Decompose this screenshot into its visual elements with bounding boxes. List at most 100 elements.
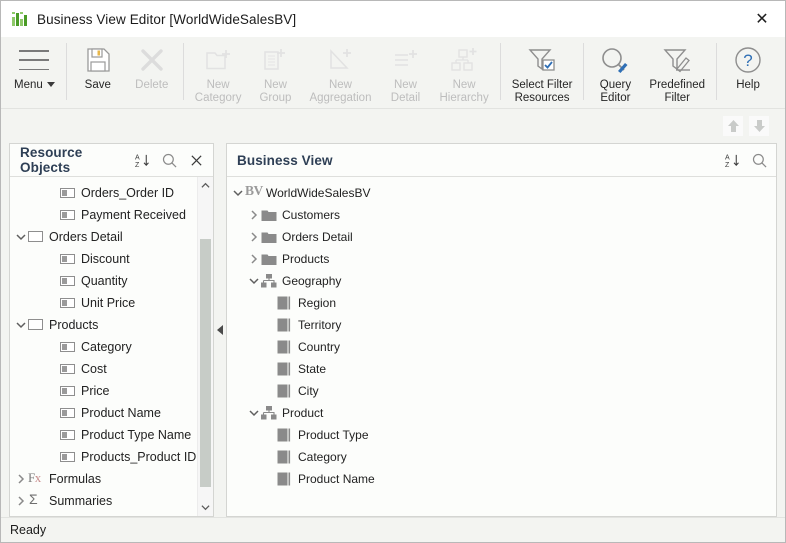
tree-row-label: Products_Product ID (81, 450, 196, 464)
tree-row[interactable]: Product (227, 402, 776, 424)
toolbar-delete-button[interactable]: Delete (125, 37, 179, 108)
tree-row-label: Orders Detail (282, 230, 353, 244)
floppy-disk-icon (83, 41, 113, 79)
toolbar-predefined-filter-button[interactable]: PredefinedFilter (642, 37, 712, 108)
toolbar-save-button[interactable]: Save (71, 37, 125, 108)
resource-objects-tree[interactable]: Orders_Order ID Payment Received Orders De… (10, 177, 213, 516)
chevron-right-icon[interactable] (247, 210, 261, 220)
toolbar-separator (66, 43, 67, 100)
tree-row[interactable]: Orders Detail (227, 226, 776, 248)
tree-row[interactable]: Payment Received (10, 204, 213, 226)
collapse-left-icon[interactable] (217, 325, 223, 335)
chevron-right-icon[interactable] (247, 232, 261, 242)
tree-row[interactable]: Fx Formulas (10, 468, 213, 490)
business-view-tree[interactable]: BVWorldWideSalesBVCustomers Orders Detail… (227, 177, 776, 516)
tree-row[interactable]: State (227, 358, 776, 380)
tree-row[interactable]: Region (227, 292, 776, 314)
tree-row[interactable]: Category (10, 336, 213, 358)
tree-row[interactable]: Product Name (10, 402, 213, 424)
move-up-button[interactable] (723, 116, 743, 136)
chevron-right-icon[interactable] (14, 474, 28, 484)
sort-az-icon[interactable]: A Z (133, 151, 151, 169)
close-icon[interactable] (187, 151, 205, 169)
scroll-down-button[interactable] (198, 499, 213, 516)
arrow-down-icon (753, 119, 766, 133)
tree-row[interactable]: Orders Detail (10, 226, 213, 248)
toolbar-new-detail-button[interactable]: NewDetail (378, 37, 432, 108)
tree-row-label: Price (81, 384, 109, 398)
title-bar: Business View Editor [WorldWideSalesBV] … (1, 1, 785, 37)
scroll-up-button[interactable] (198, 177, 213, 194)
tree-row[interactable]: Territory (227, 314, 776, 336)
move-down-button[interactable] (749, 116, 769, 136)
search-icon[interactable] (160, 151, 178, 169)
toolbar-select-filter-resources-button[interactable]: Select FilterResources (505, 37, 580, 108)
toolbar-new-hierarchy-button[interactable]: NewHierarchy (432, 37, 495, 108)
toolbar-predefined-filter-label: PredefinedFilter (649, 79, 705, 105)
tree-row[interactable]: Products (227, 248, 776, 270)
tree-row-label: Category (81, 340, 132, 354)
tree-row-label: Product Type Name (81, 428, 191, 442)
tree-row[interactable]: Product Name (227, 468, 776, 490)
resource-objects-panel: Resource Objects A Z (9, 143, 214, 517)
tree-row[interactable]: Product Type (227, 424, 776, 446)
chevron-down-icon[interactable] (247, 277, 261, 285)
toolbar-select-filter-resources-label: Select FilterResources (512, 79, 573, 105)
search-icon[interactable] (750, 151, 768, 169)
chevron-down-icon[interactable] (231, 189, 245, 197)
tree-row-label: Payment Received (81, 208, 186, 222)
panel-splitter[interactable] (214, 143, 226, 517)
tree-row[interactable]: Unit Price (10, 292, 213, 314)
toolbar-query-editor-label: QueryEditor (600, 79, 631, 105)
folder-white-icon (28, 318, 44, 332)
fx-icon: Fx (28, 472, 44, 486)
toolbar-delete-label: Delete (135, 79, 168, 92)
sort-az-icon[interactable]: A Z (723, 151, 741, 169)
toolbar-new-group-label: NewGroup (259, 79, 291, 105)
tree-row[interactable]: Products_Product ID (10, 446, 213, 468)
dimension-icon (277, 384, 293, 398)
tree-row-label: Territory (298, 318, 341, 332)
tree-row[interactable]: Cost (10, 358, 213, 380)
tree-row[interactable]: Customers (227, 204, 776, 226)
chevron-down-icon[interactable] (14, 233, 28, 241)
field-icon (60, 274, 76, 288)
magnifier-pencil-icon (599, 41, 631, 79)
tree-row-label: Unit Price (81, 296, 135, 310)
toolbar-help-button[interactable]: ? Help (721, 37, 775, 108)
arrow-up-icon (727, 119, 740, 133)
resource-objects-scrollbar[interactable] (197, 177, 213, 516)
toolbar-new-group-button[interactable]: NewGroup (248, 37, 302, 108)
toolbar-query-editor-button[interactable]: QueryEditor (588, 37, 642, 108)
close-window-button[interactable]: ✕ (739, 1, 785, 37)
chevron-right-icon[interactable] (247, 254, 261, 264)
chevron-down-icon[interactable] (247, 409, 261, 417)
tree-row[interactable]: Quantity (10, 270, 213, 292)
move-toolbar (1, 109, 785, 143)
tree-row[interactable]: Orders_Order ID (10, 182, 213, 204)
tree-row[interactable]: ΣSummaries (10, 490, 213, 512)
tree-row[interactable]: Discount (10, 248, 213, 270)
scrollbar-thumb[interactable] (200, 239, 211, 487)
tree-row[interactable]: Products (10, 314, 213, 336)
toolbar-new-category-button[interactable]: NewCategory (188, 37, 249, 108)
bv-icon: BV (245, 186, 261, 200)
tree-row[interactable]: City (227, 380, 776, 402)
tree-row-label: Formulas (49, 472, 101, 486)
tree-row[interactable]: Product Type Name (10, 424, 213, 446)
tree-row[interactable]: BVWorldWideSalesBV (227, 182, 776, 204)
tree-row-label: Quantity (81, 274, 128, 288)
toolbar-menu-button[interactable]: Menu (7, 37, 62, 108)
toolbar-new-aggregation-button[interactable]: NewAggregation (302, 37, 378, 108)
tree-row[interactable]: Country (227, 336, 776, 358)
new-group-icon (260, 41, 290, 79)
dimension-icon (277, 428, 293, 442)
chevron-down-icon[interactable] (14, 321, 28, 329)
chevron-right-icon[interactable] (14, 496, 28, 506)
new-aggregation-icon (325, 41, 355, 79)
toolbar: Menu Save Delete (1, 37, 785, 109)
dimension-icon (277, 296, 293, 310)
tree-row[interactable]: Category (227, 446, 776, 468)
tree-row[interactable]: Geography (227, 270, 776, 292)
tree-row[interactable]: Price (10, 380, 213, 402)
